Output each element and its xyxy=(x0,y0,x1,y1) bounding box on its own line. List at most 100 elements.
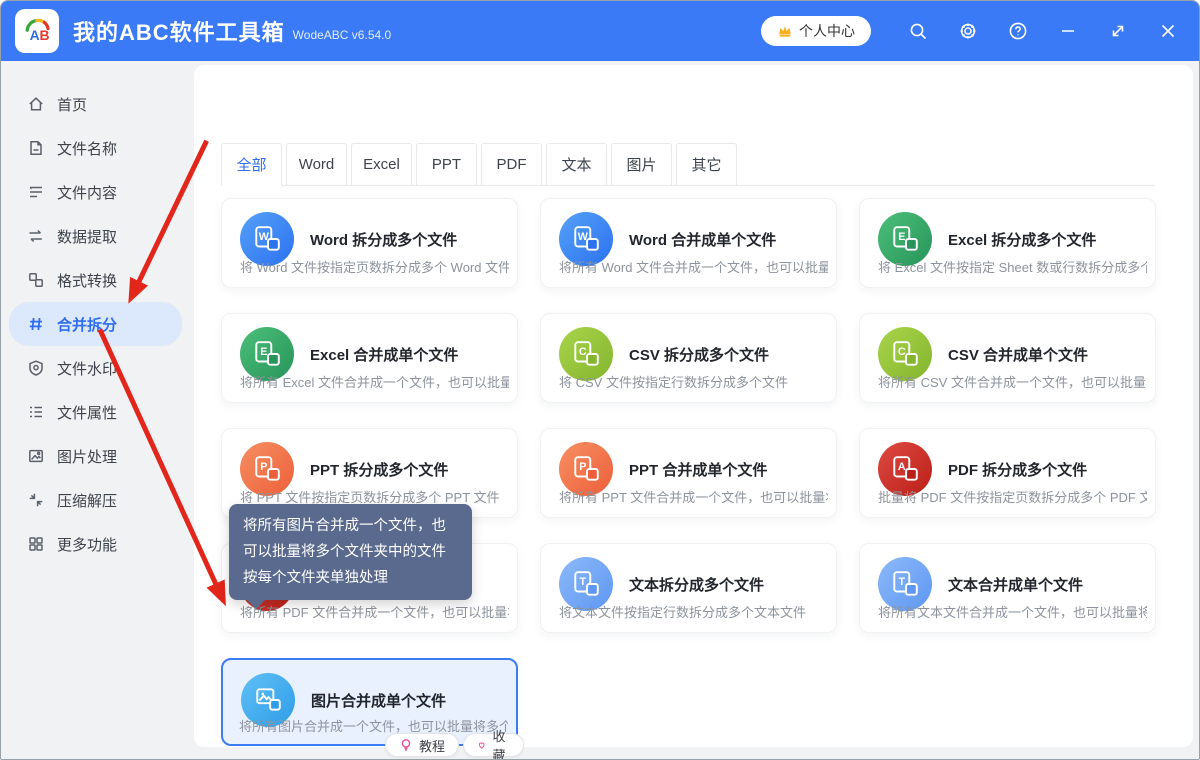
sidebar-item-file-content[interactable]: 文件内容 xyxy=(1,170,194,214)
sidebar-item-more-functions[interactable]: 更多功能 xyxy=(1,522,194,566)
tool-desc: 将所有 PDF 文件合并成一个文件，也可以批量将多 xyxy=(240,602,509,621)
watermark-icon xyxy=(27,359,45,377)
close-button[interactable] xyxy=(1143,9,1193,53)
merge-split-icon xyxy=(27,315,45,333)
sidebar-item-data-extract[interactable]: 数据提取 xyxy=(1,214,194,258)
heart-icon xyxy=(477,738,486,752)
svg-text:E: E xyxy=(898,231,905,243)
gear-icon xyxy=(958,21,978,41)
resize-icon xyxy=(1108,21,1128,41)
file-name-icon xyxy=(27,139,45,157)
tab-text[interactable]: 文本 xyxy=(546,143,607,186)
help-button[interactable] xyxy=(993,9,1043,53)
tab-ppt[interactable]: PPT xyxy=(416,143,477,186)
tool-title: CSV 拆分成多个文件 xyxy=(629,344,769,365)
tool-title: 文本拆分成多个文件 xyxy=(629,574,764,595)
card-csv-split[interactable]: C CSV 拆分成多个文件 将 CSV 文件按指定行数拆分成多个文件 xyxy=(540,313,837,403)
sidebar-item-format-convert[interactable]: 格式转换 xyxy=(1,258,194,302)
sidebar-item-label: 合并拆分 xyxy=(57,314,117,335)
tab-other[interactable]: 其它 xyxy=(676,143,737,186)
tab-word[interactable]: Word xyxy=(286,143,347,186)
tab-pdf[interactable]: PDF xyxy=(481,143,542,186)
tab-excel[interactable]: Excel xyxy=(351,143,412,186)
tool-title: PPT 合并成单个文件 xyxy=(629,459,767,480)
tab-all[interactable]: 全部 xyxy=(221,143,282,186)
tool-desc: 将所有 CSV 文件合并成一个文件，也可以批量将多 xyxy=(878,372,1147,391)
tool-title: 图片合并成单个文件 xyxy=(311,690,446,711)
minimize-button[interactable] xyxy=(1043,9,1093,53)
tool-desc: 将所有 PPT 文件合并成一个文件，也可以批量将多 xyxy=(559,487,828,506)
main-panel: 全部 Word Excel PPT PDF 文本 图片 其它 W Word 拆分… xyxy=(194,65,1193,747)
card-text-split[interactable]: T 文本拆分成多个文件 将文本文件按指定行数拆分成多个文本文件 xyxy=(540,543,837,633)
sidebar-item-label: 格式转换 xyxy=(57,270,117,291)
sidebar-item-compress[interactable]: 压缩解压 xyxy=(1,478,194,522)
sidebar-item-label: 文件内容 xyxy=(57,182,117,203)
maximize-button[interactable] xyxy=(1093,9,1143,53)
tool-desc: 将 Excel 文件按指定 Sheet 数或行数拆分成多个 Exc xyxy=(878,257,1147,276)
svg-text:E: E xyxy=(260,346,267,358)
favorite-button[interactable]: 收藏 xyxy=(463,733,524,757)
tool-title: Excel 拆分成多个文件 xyxy=(948,229,1096,250)
app-version: WodeABC v6.54.0 xyxy=(293,28,392,42)
tool-title: Word 合并成单个文件 xyxy=(629,229,776,250)
svg-text:C: C xyxy=(579,346,587,358)
data-extract-icon xyxy=(27,227,45,245)
sidebar-item-label: 数据提取 xyxy=(57,226,117,247)
card-word-split[interactable]: W Word 拆分成多个文件 将 Word 文件按指定页数拆分成多个 Word … xyxy=(221,198,518,288)
sidebar: 首页 文件名称 文件内容 数据提取 格式转换 xyxy=(1,61,194,759)
personal-center-button[interactable]: 个人中心 xyxy=(761,16,871,46)
lightbulb-icon xyxy=(399,738,413,752)
tooltip-bubble: 将所有图片合并成一个文件，也可以批量将多个文件夹中的文件按每个文件夹单独处理 xyxy=(229,504,472,600)
card-excel-merge[interactable]: E Excel 合并成单个文件 将所有 Excel 文件合并成一个文件，也可以批… xyxy=(221,313,518,403)
svg-text:C: C xyxy=(898,346,906,358)
tool-title: CSV 合并成单个文件 xyxy=(948,344,1088,365)
svg-text:P: P xyxy=(260,461,267,473)
sidebar-item-label: 更多功能 xyxy=(57,534,117,555)
tool-title: Word 拆分成多个文件 xyxy=(310,229,457,250)
card-excel-split[interactable]: E Excel 拆分成多个文件 将 Excel 文件按指定 Sheet 数或行数… xyxy=(859,198,1156,288)
crown-icon xyxy=(777,23,793,39)
app-window: A B 我的ABC软件工具箱 WodeABC v6.54.0 个人中心 xyxy=(0,0,1200,760)
card-pdf-split[interactable]: A PDF 拆分成多个文件 批量将 PDF 文件按指定页数拆分成多个 PDF 文… xyxy=(859,428,1156,518)
card-ppt-merge[interactable]: P PPT 合并成单个文件 将所有 PPT 文件合并成一个文件，也可以批量将多 xyxy=(540,428,837,518)
svg-text:A: A xyxy=(30,27,40,43)
tool-desc: 将 CSV 文件按指定行数拆分成多个文件 xyxy=(559,372,828,391)
search-icon xyxy=(908,21,928,41)
close-icon xyxy=(1158,21,1178,41)
card-text-merge[interactable]: T 文本合并成单个文件 将所有文本文件合并成一个文件，也可以批量将多 xyxy=(859,543,1156,633)
tool-desc: 将文本文件按指定行数拆分成多个文本文件 xyxy=(559,602,828,621)
svg-text:T: T xyxy=(580,576,587,588)
sidebar-item-file-name[interactable]: 文件名称 xyxy=(1,126,194,170)
sidebar-item-label: 首页 xyxy=(57,94,87,115)
tutorial-button[interactable]: 教程 xyxy=(385,733,459,757)
format-convert-icon xyxy=(27,271,45,289)
card-word-merge[interactable]: W Word 合并成单个文件 将所有 Word 文件合并成一个文件，也可以批量将… xyxy=(540,198,837,288)
sidebar-item-label: 文件属性 xyxy=(57,402,117,423)
sidebar-item-merge-split[interactable]: 合并拆分 xyxy=(9,302,182,346)
sidebar-item-label: 图片处理 xyxy=(57,446,117,467)
card-csv-merge[interactable]: C CSV 合并成单个文件 将所有 CSV 文件合并成一个文件，也可以批量将多 xyxy=(859,313,1156,403)
personal-center-label: 个人中心 xyxy=(799,21,855,41)
tool-title: 文本合并成单个文件 xyxy=(948,574,1083,595)
sidebar-item-home[interactable]: 首页 xyxy=(1,82,194,126)
tool-desc: 将所有文本文件合并成一个文件，也可以批量将多 xyxy=(878,602,1147,621)
settings-button[interactable] xyxy=(943,9,993,53)
tabbar: 全部 Word Excel PPT PDF 文本 图片 其它 xyxy=(221,143,737,186)
svg-text:T: T xyxy=(899,576,906,588)
svg-text:B: B xyxy=(39,27,49,43)
tool-title: PPT 拆分成多个文件 xyxy=(310,459,448,480)
tool-desc: 批量将 PDF 文件按指定页数拆分成多个 PDF 文件 xyxy=(878,487,1147,506)
search-button[interactable] xyxy=(893,9,943,53)
image-process-icon xyxy=(27,447,45,465)
tab-image[interactable]: 图片 xyxy=(611,143,672,186)
sidebar-item-image-process[interactable]: 图片处理 xyxy=(1,434,194,478)
sidebar-item-file-props[interactable]: 文件属性 xyxy=(1,390,194,434)
home-icon xyxy=(27,95,45,113)
sidebar-item-label: 文件名称 xyxy=(57,138,117,159)
tutorial-label: 教程 xyxy=(419,736,445,755)
sidebar-item-watermark[interactable]: 文件水印 xyxy=(1,346,194,390)
titlebar: A B 我的ABC软件工具箱 WodeABC v6.54.0 个人中心 xyxy=(1,1,1199,61)
card-image-merge-highlighted[interactable]: 图片合并成单个文件 将所有图片合并成一个文件，也可以批量将多个文 教程 收藏 xyxy=(221,658,518,746)
compress-icon xyxy=(27,491,45,509)
minimize-icon xyxy=(1058,21,1078,41)
